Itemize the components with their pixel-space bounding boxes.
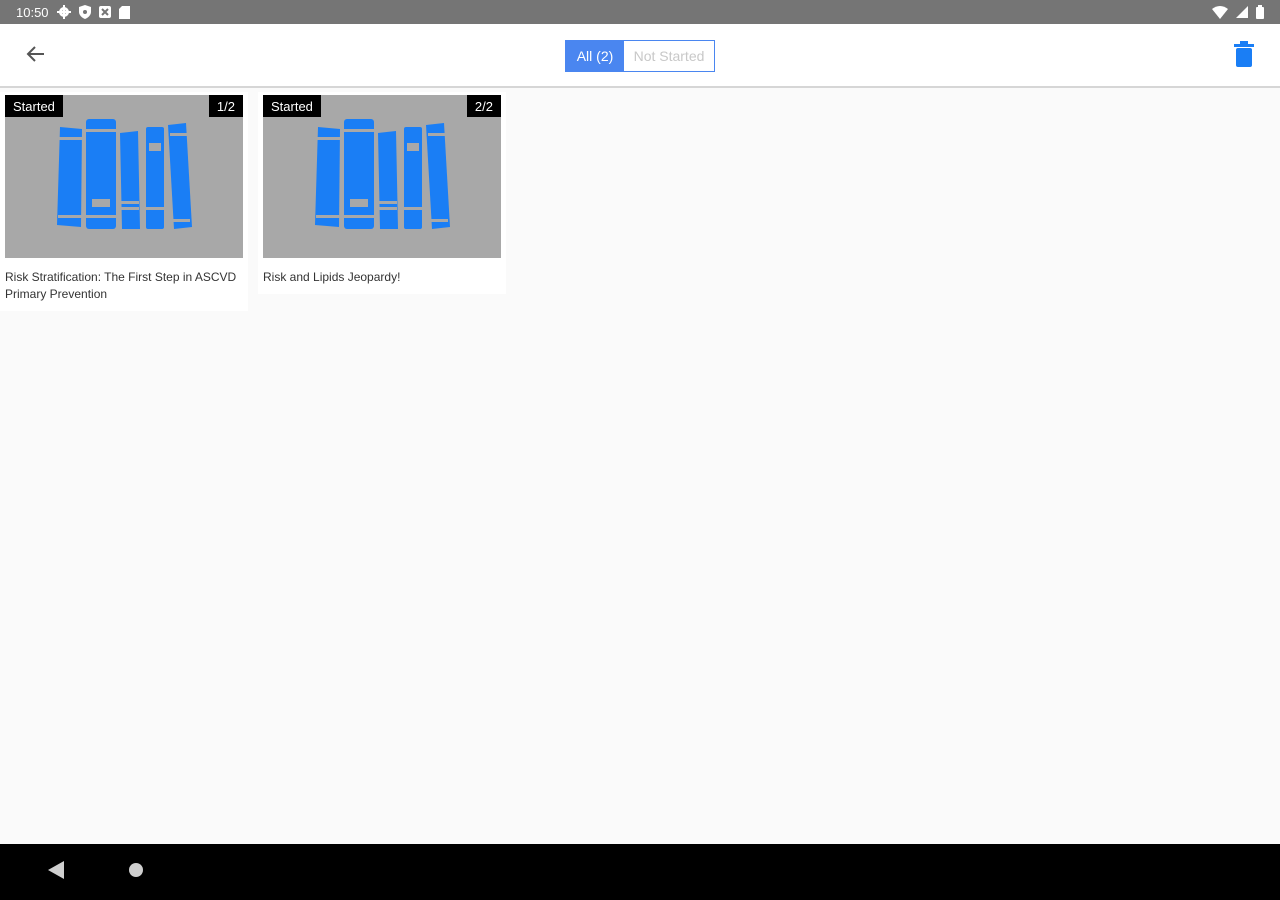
- course-thumbnail: Started 2/2: [263, 95, 501, 258]
- status-time: 10:50: [16, 4, 49, 20]
- progress-badge: 1/2: [208, 95, 243, 117]
- navigation-bar: [0, 844, 1280, 900]
- course-title: Risk Stratification: The First Step in A…: [5, 270, 237, 301]
- books-icon: [54, 115, 194, 238]
- delete-button[interactable]: [1228, 40, 1260, 72]
- course-card[interactable]: Started 2/2 Risk and Lipids Jeopardy!: [258, 92, 506, 294]
- status-badge: Started: [5, 95, 63, 117]
- status-bar: 10:50: [0, 0, 1280, 24]
- app-bar: All (2) Not Started: [0, 24, 1280, 88]
- status-left: 10:50: [16, 5, 130, 20]
- filter-all-button[interactable]: All (2): [566, 41, 624, 71]
- filter-not-started-button[interactable]: Not Started: [624, 41, 714, 71]
- course-grid: Started 1/2 Risk Stratification: The Fir…: [0, 90, 1280, 844]
- status-right: [1212, 5, 1264, 19]
- battery-icon: [1256, 5, 1264, 19]
- sd-card-icon: [118, 5, 130, 19]
- trash-icon: [1234, 40, 1254, 72]
- nav-back-button[interactable]: [44, 860, 68, 884]
- circle-home-icon: [128, 862, 144, 883]
- course-card[interactable]: Started 1/2 Risk Stratification: The Fir…: [0, 92, 248, 311]
- back-button[interactable]: [20, 40, 52, 72]
- triangle-back-icon: [48, 860, 64, 884]
- wifi-icon: [1212, 5, 1228, 19]
- filter-segmented-control: All (2) Not Started: [565, 40, 715, 72]
- shield-icon: [78, 5, 91, 19]
- status-badge: Started: [263, 95, 321, 117]
- signal-icon: [1236, 6, 1248, 18]
- books-icon: [312, 115, 452, 238]
- nav-home-button[interactable]: [124, 860, 148, 884]
- course-title: Risk and Lipids Jeopardy!: [263, 270, 401, 284]
- arrow-left-icon: [26, 44, 46, 69]
- progress-badge: 2/2: [466, 95, 501, 117]
- notification-icon: [98, 6, 111, 18]
- gear-icon: [56, 5, 71, 19]
- course-thumbnail: Started 1/2: [5, 95, 243, 258]
